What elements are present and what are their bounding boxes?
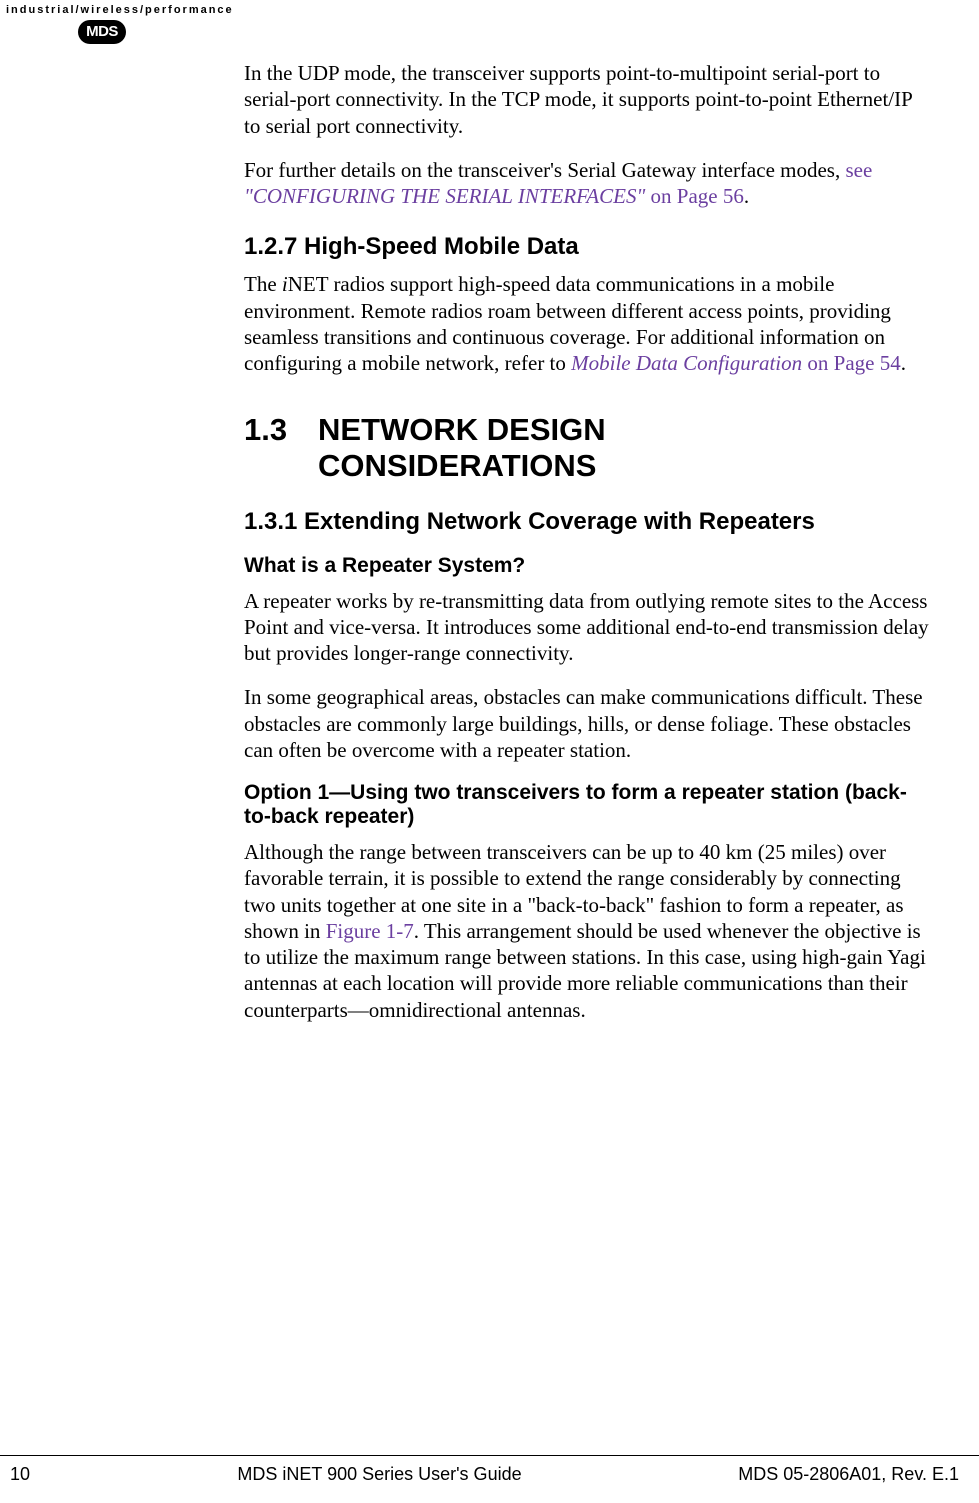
page-footer: 10 MDS iNET 900 Series User's Guide MDS … <box>0 1455 979 1485</box>
subheading-repeater-system: What is a Repeater System? <box>244 554 930 578</box>
paragraph-serial-gateway: For further details on the transceiver's… <box>244 157 930 210</box>
link-mobile-data[interactable]: Mobile Data Configuration on Page 54 <box>571 351 901 375</box>
heading-title: NETWORK DESIGN CONSIDERATIONS <box>318 412 878 483</box>
text-fragment: The <box>244 272 282 296</box>
text-fragment: on Page 54 <box>802 351 901 375</box>
text-fragment: Mobile Data Configuration <box>571 351 802 375</box>
footer-doc-id: MDS 05-2806A01, Rev. E.1 <box>699 1464 979 1485</box>
text-fragment: For further details on the transceiver's… <box>244 158 845 182</box>
subheading-option-1: Option 1—Using two transceivers to form … <box>244 781 930 829</box>
footer-title: MDS iNET 900 Series User's Guide <box>60 1464 699 1485</box>
text-fragment: . <box>901 351 906 375</box>
text-fragment: . <box>744 184 749 208</box>
page-content: In the UDP mode, the transceiver support… <box>244 60 930 1041</box>
footer-page-number: 10 <box>0 1464 60 1485</box>
heading-number: 1.3 <box>244 412 318 448</box>
paragraph-udp-mode: In the UDP mode, the transceiver support… <box>244 60 930 139</box>
heading-1-3: 1.3NETWORK DESIGN CONSIDERATIONS <box>244 412 930 483</box>
heading-1-3-1: 1.3.1 Extending Network Coverage with Re… <box>244 508 930 536</box>
text-fragment: on Page 56 <box>645 184 744 208</box>
paragraph-inet-radios: The iNET radios support high-speed data … <box>244 271 930 376</box>
link-figure-1-7[interactable]: Figure 1-7 <box>326 919 414 943</box>
heading-1-2-7: 1.2.7 High-Speed Mobile Data <box>244 233 930 261</box>
text-fragment: "CONFIGURING THE SERIAL INTERFACES" <box>244 184 645 208</box>
header-tagline: industrial/wireless/performance <box>6 4 234 16</box>
paragraph-repeater-works: A repeater works by re-transmitting data… <box>244 588 930 667</box>
text-fragment: see <box>845 158 872 182</box>
paragraph-range: Although the range between transceivers … <box>244 839 930 1023</box>
mds-logo: MDS <box>78 20 126 44</box>
paragraph-geographical: In some geographical areas, obstacles ca… <box>244 684 930 763</box>
